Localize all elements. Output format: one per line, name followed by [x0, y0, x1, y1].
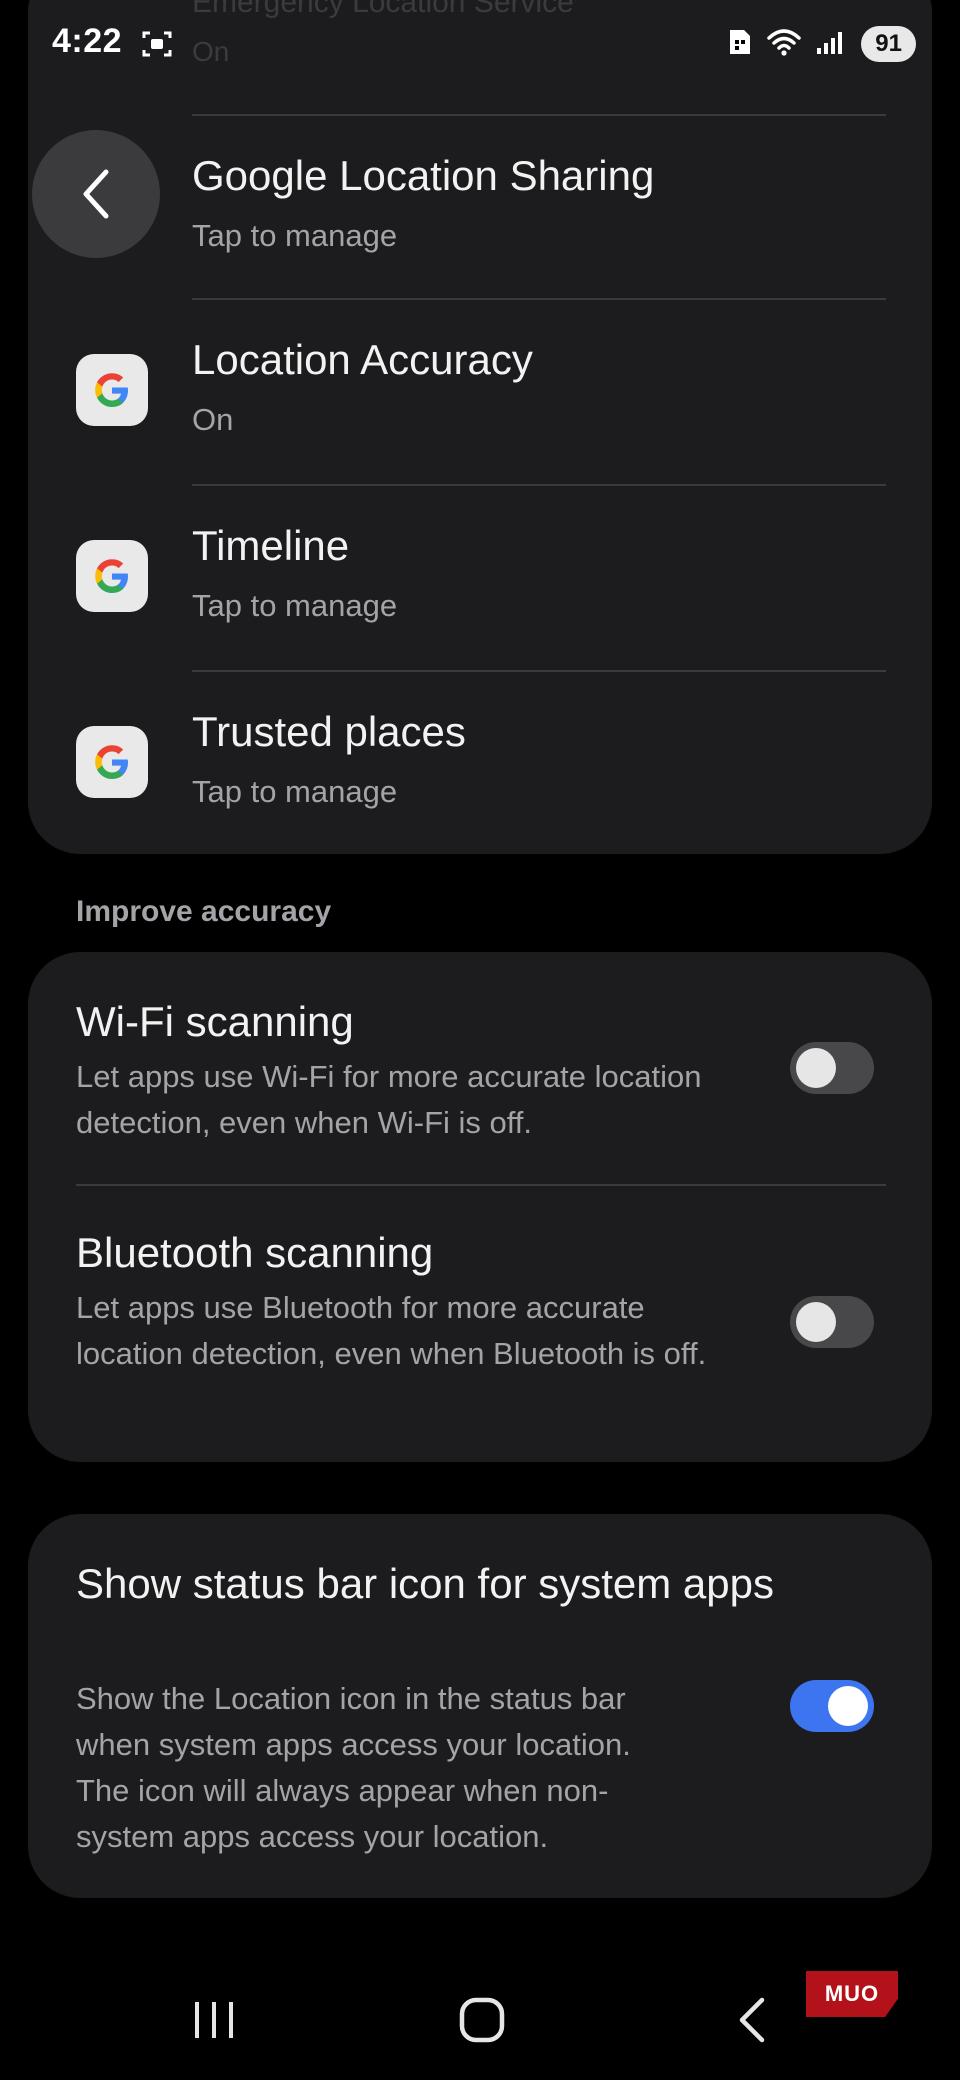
wifi-scanning-toggle[interactable]	[790, 1042, 874, 1094]
home-icon	[459, 1997, 505, 2043]
toggle-knob	[828, 1686, 868, 1726]
list-item-timeline[interactable]: Timeline Tap to manage	[28, 484, 932, 668]
google-g-icon	[76, 726, 148, 798]
list-item-subtitle: On	[192, 402, 234, 437]
status-time: 4:22	[52, 22, 123, 60]
toggle-knob	[796, 1048, 836, 1088]
bluetooth-scanning-toggle[interactable]	[790, 1296, 874, 1348]
list-item-title: Timeline	[192, 522, 350, 569]
screenshot-icon	[142, 30, 172, 58]
google-g-icon	[76, 540, 148, 612]
system-apps-title: Show status bar icon for system apps	[76, 1560, 774, 1607]
nav-back-button[interactable]	[692, 1960, 812, 2080]
system-apps-description: Show the Location icon in the status bar…	[76, 1681, 631, 1854]
google-g-icon	[76, 354, 148, 426]
section-header-improve-accuracy: Improve accuracy	[76, 895, 332, 928]
list-item-subtitle: Tap to manage	[192, 588, 398, 623]
back-button[interactable]	[32, 130, 160, 258]
wifi-scanning-title: Wi-Fi scanning	[76, 998, 354, 1045]
chevron-left-icon	[83, 169, 109, 219]
toggle-knob	[796, 1302, 836, 1342]
divider	[76, 1184, 886, 1186]
battery-level: 91	[861, 26, 916, 62]
watermark-logo: MUO	[806, 1971, 898, 2017]
list-item-subtitle: Tap to manage	[192, 774, 398, 809]
list-item-title: Google Location Sharing	[192, 152, 655, 199]
signal-icon	[815, 28, 847, 61]
wifi-scanning-description: Let apps use Wi-Fi for more accurate loc…	[76, 1059, 702, 1140]
status-bar: 4:22 91	[0, 0, 960, 90]
recents-button[interactable]	[154, 1960, 274, 2080]
list-item-subtitle: Tap to manage	[192, 218, 398, 253]
home-button[interactable]	[422, 1960, 542, 2080]
list-item-title: Location Accuracy	[192, 336, 533, 383]
list-item-location-accuracy[interactable]: Location Accuracy On	[28, 298, 932, 482]
back-icon	[739, 1997, 765, 2043]
system-apps-toggle[interactable]	[790, 1680, 874, 1732]
wifi-icon	[767, 28, 802, 61]
list-item-location-sharing[interactable]: Google Location Sharing Tap to manage	[28, 114, 932, 298]
sim-card-icon	[727, 27, 753, 62]
recents-icon	[195, 2002, 233, 2038]
bluetooth-scanning-title: Bluetooth scanning	[76, 1229, 434, 1276]
list-item-trusted-places[interactable]: Trusted places Tap to manage	[28, 670, 932, 854]
bluetooth-scanning-description: Let apps use Bluetooth for more accurate…	[76, 1290, 707, 1371]
list-item-title: Trusted places	[192, 708, 466, 755]
